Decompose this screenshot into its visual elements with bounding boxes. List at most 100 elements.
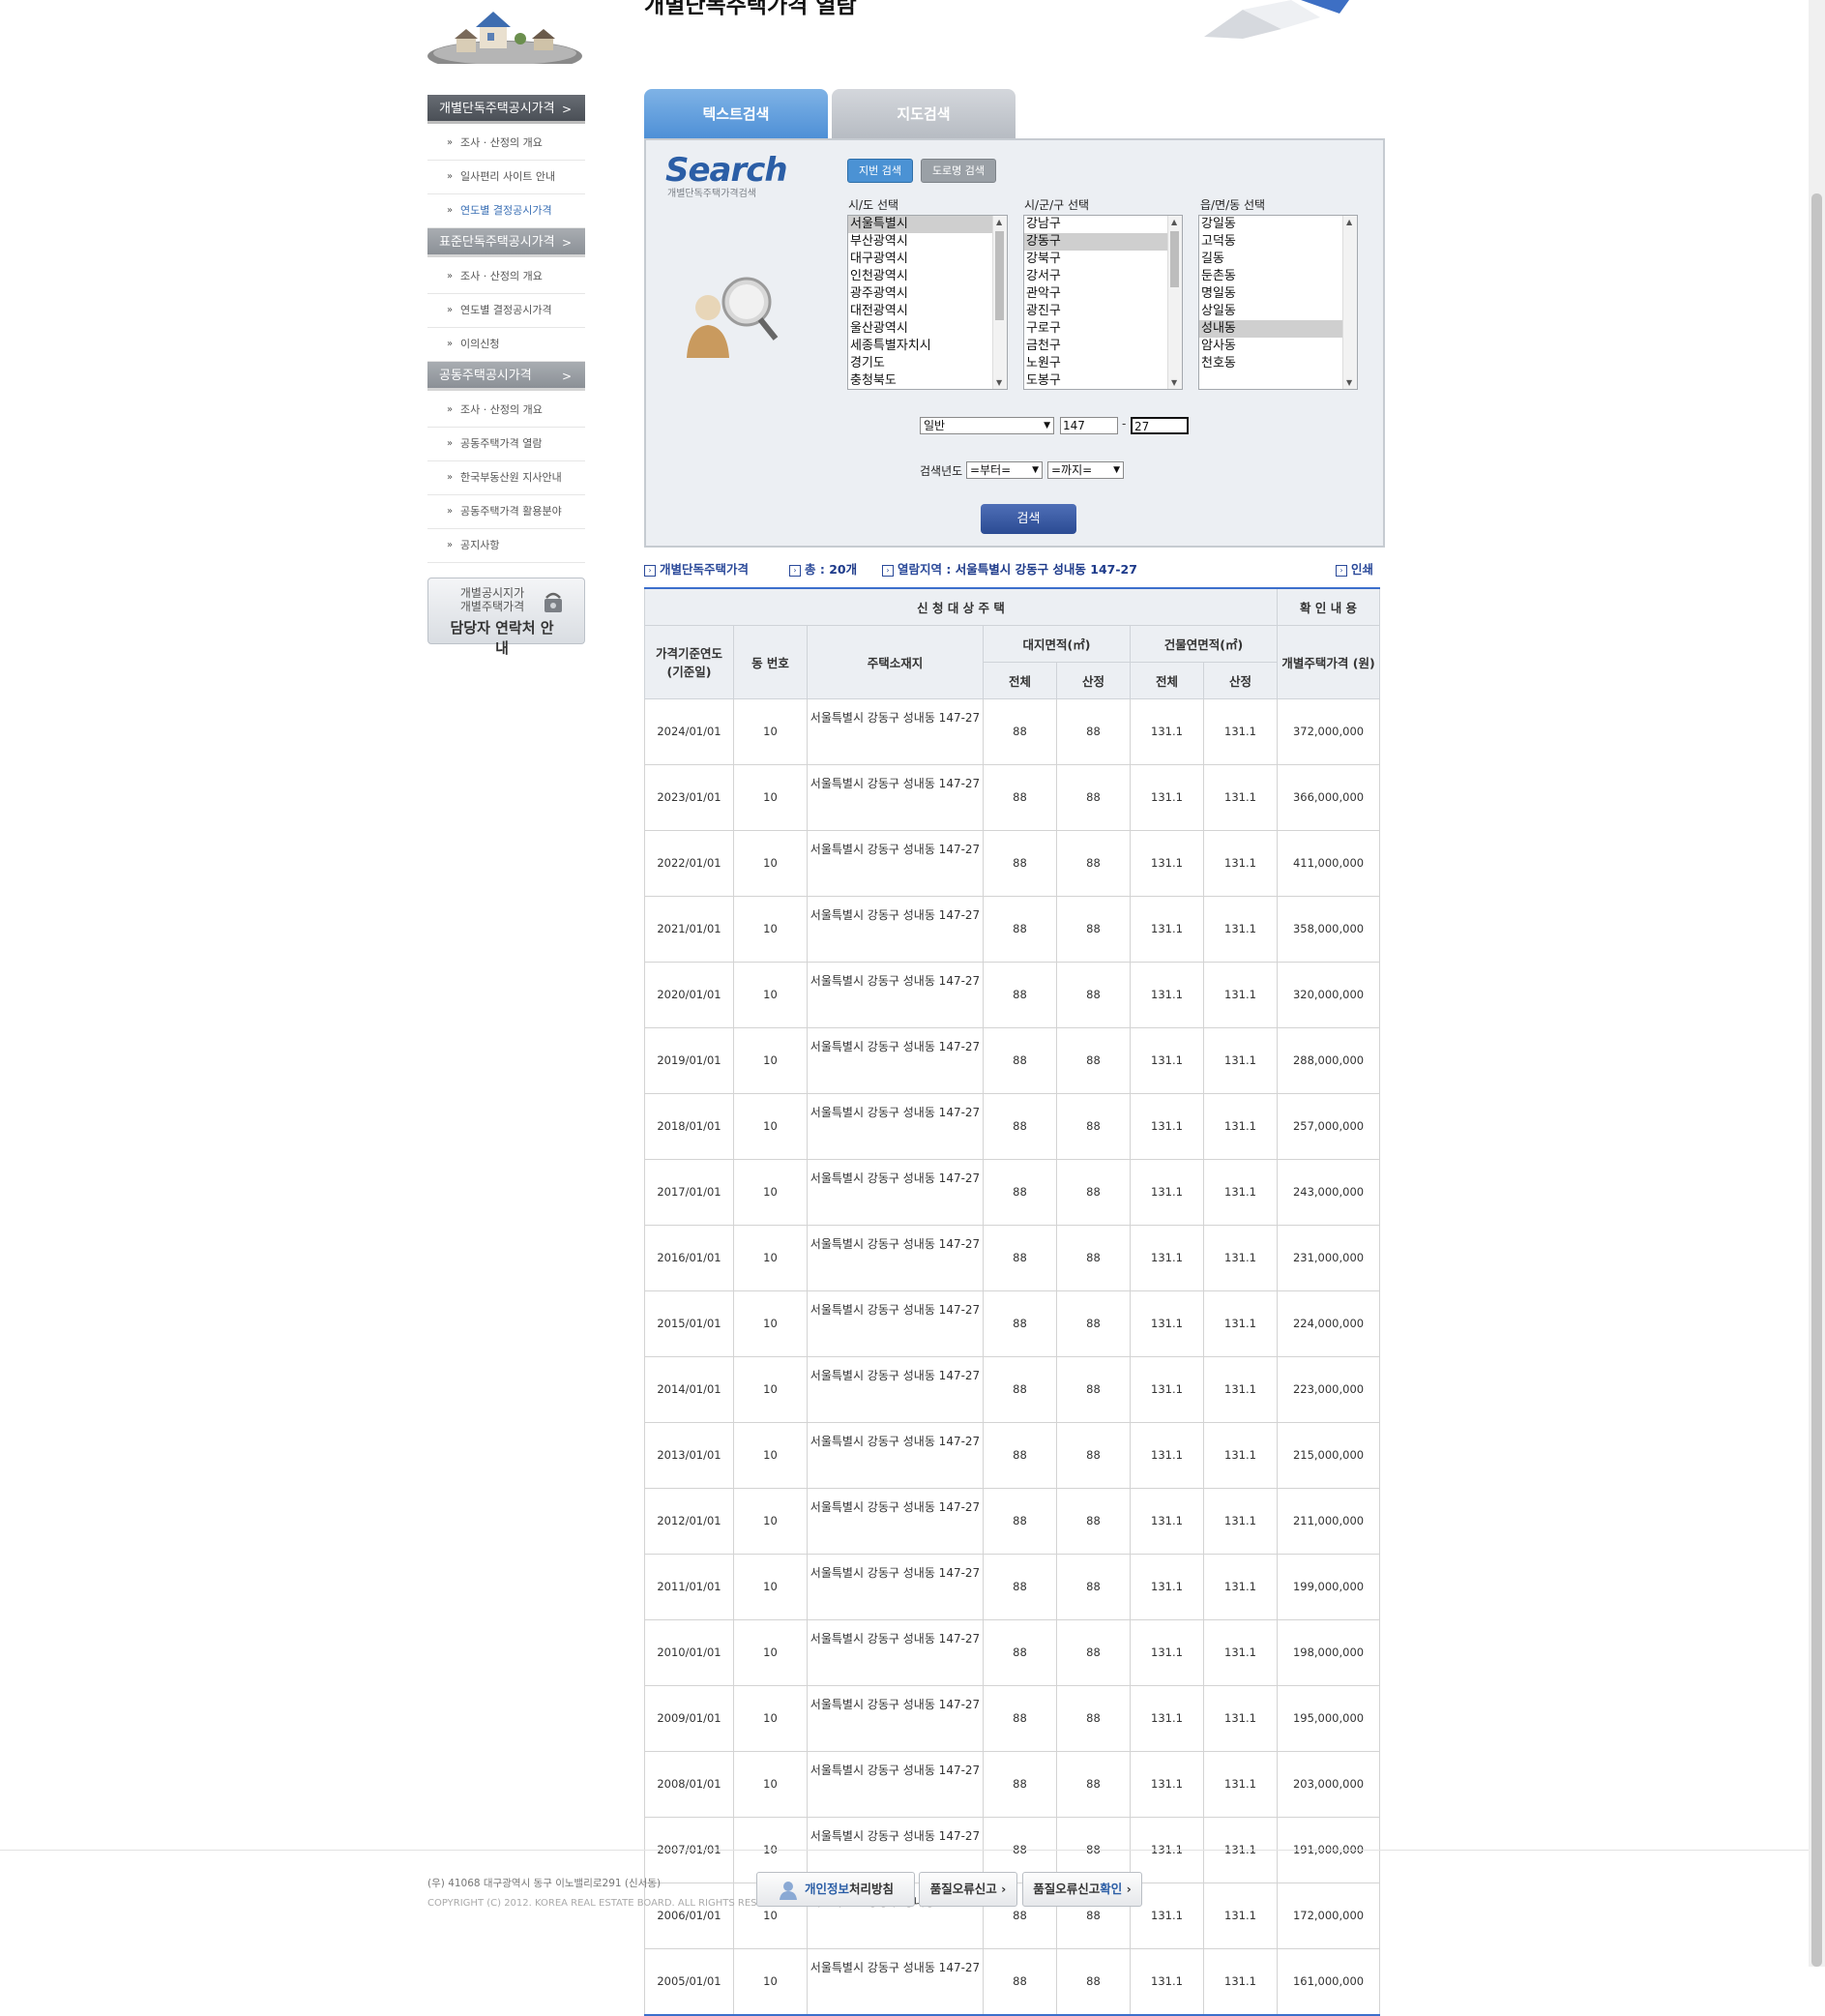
privacy-policy-button[interactable]: 개인정보처리방침 — [756, 1872, 915, 1907]
cell-building-total: 131.1 — [1130, 1948, 1204, 2015]
scroll-down-icon[interactable]: ▼ — [1346, 378, 1352, 387]
listbox-option[interactable]: 경기도 — [848, 355, 1007, 372]
listbox-option[interactable]: 강동구 — [1024, 233, 1182, 251]
cell-year: 2005/01/01 — [644, 1948, 734, 2015]
cell-land-total: 88 — [983, 1422, 1057, 1489]
lnb-item-apartment-price[interactable]: » 공동주택가격 열람 — [427, 428, 585, 461]
tab-text-search[interactable]: 텍스트검색 — [644, 89, 828, 139]
lnb-item-survey-overview[interactable]: » 조사 · 산정의 개요 — [427, 260, 585, 294]
listbox-option[interactable]: 구로구 — [1024, 320, 1182, 338]
listbox-option[interactable]: 둔촌동 — [1199, 268, 1357, 285]
header-price: 개별주택가격 (원) — [1277, 624, 1381, 699]
result-category: › 개별단독주택가격 — [644, 559, 749, 578]
scroll-thumb[interactable] — [995, 231, 1004, 320]
scroll-up-icon[interactable]: ▲ — [1346, 218, 1352, 226]
quality-error-check-button[interactable]: 품질오류신고확인 › — [1022, 1872, 1142, 1907]
cell-land-calc: 88 — [1056, 962, 1131, 1028]
quality-error-report-button[interactable]: 품질오류신고 › — [919, 1872, 1017, 1907]
lnb-head-apartment[interactable]: 공동주택공시가격 > — [427, 362, 585, 391]
lnb-item-yearly-price[interactable]: » 연도별 결정공시가격 — [427, 294, 585, 328]
lnb-item-branch-guide[interactable]: » 한국부동산원 지사안내 — [427, 461, 585, 495]
bunji-main-input[interactable]: 147 — [1060, 417, 1118, 434]
lnb-item-ilsapyeonri-guide[interactable]: » 일사편리 사이트 안내 — [427, 161, 585, 194]
listbox-option[interactable]: 금천구 — [1024, 338, 1182, 355]
listbox-option[interactable]: 강서구 — [1024, 268, 1182, 285]
table-row: 2016/01/01 10 서울특별시 강동구 성내동 147-27 88 88 131.… — [644, 1225, 1381, 1291]
listbox-option[interactable]: 강남구 — [1024, 216, 1182, 233]
year-to-select[interactable]: =까지= ▼ — [1047, 461, 1124, 479]
table-row: 2019/01/01 10 서울특별시 강동구 성내동 147-27 88 88 131.… — [644, 1027, 1381, 1094]
scroll-thumb[interactable] — [1170, 231, 1179, 287]
listbox-option[interactable]: 울산광역시 — [848, 320, 1007, 338]
cell-building-total: 131.1 — [1130, 1027, 1204, 1094]
listbox-option[interactable]: 대전광역시 — [848, 303, 1007, 320]
listbox-option[interactable]: 천호동 — [1199, 355, 1357, 372]
lnb-item-survey-overview[interactable]: » 조사 · 산정의 개요 — [427, 394, 585, 428]
listbox-option[interactable]: 성내동 — [1199, 320, 1357, 338]
bullet-icon: » — [447, 339, 454, 349]
lnb-item-usage-fields[interactable]: » 공동주택가격 활용분야 — [427, 495, 585, 529]
print-link[interactable]: › 인쇄 — [1336, 559, 1373, 578]
listbox-option[interactable]: 고덕동 — [1199, 233, 1357, 251]
listbox-scrollbar[interactable]: ▲ ▼ — [1167, 216, 1182, 389]
listbox-option[interactable]: 광주광역시 — [848, 285, 1007, 303]
cell-building-calc: 131.1 — [1202, 1685, 1279, 1752]
listbox-option[interactable]: 인천광역시 — [848, 268, 1007, 285]
eupmyeondong-listbox[interactable]: 강일동 고덕동 길동 둔촌동 명일동 상일동 성내동 암사동 천호동 ▲ ▼ — [1198, 215, 1358, 390]
land-type-select[interactable]: 일반 ▼ — [920, 417, 1054, 434]
cell-price: 211,000,000 — [1277, 1488, 1381, 1555]
cell-land-calc: 88 — [1056, 1619, 1131, 1686]
listbox-scrollbar[interactable]: ▲ ▼ — [992, 216, 1007, 389]
listbox-option[interactable]: 관악구 — [1024, 285, 1182, 303]
cell-land-calc: 88 — [1056, 698, 1131, 765]
cell-price: 320,000,000 — [1277, 962, 1381, 1028]
listbox-option[interactable]: 충청북도 — [848, 372, 1007, 389]
listbox-option[interactable]: 상일동 — [1199, 303, 1357, 320]
listbox-option[interactable]: 세종특별자치시 — [848, 338, 1007, 355]
sigungu-listbox[interactable]: 강남구 강동구 강북구 강서구 관악구 광진구 구로구 금천구 노원구 도봉구 ▲ ▼ — [1023, 215, 1183, 390]
listbox-option[interactable]: 노원구 — [1024, 355, 1182, 372]
listbox-scrollbar[interactable]: ▲ ▼ — [1342, 216, 1357, 389]
page-scroll-thumb[interactable] — [1811, 193, 1822, 1967]
search-button[interactable]: 검색 — [981, 504, 1076, 534]
listbox-option[interactable]: 암사동 — [1199, 338, 1357, 355]
listbox-option[interactable]: 길동 — [1199, 251, 1357, 268]
lnb-item-yearly-price[interactable]: » 연도별 결정공시가격 — [427, 194, 585, 228]
cell-building-total: 131.1 — [1130, 1159, 1204, 1226]
scroll-down-icon[interactable]: ▼ — [1171, 378, 1177, 387]
bunji-sub-input[interactable]: 27 — [1131, 417, 1189, 434]
lnb-item-notices[interactable]: » 공지사항 — [427, 529, 585, 563]
scroll-up-icon[interactable]: ▲ — [1171, 218, 1177, 226]
table-row: 2012/01/01 10 서울특별시 강동구 성내동 147-27 88 88 131.… — [644, 1488, 1381, 1555]
cell-building-total: 131.1 — [1130, 830, 1204, 897]
eupmyeondong-label: 읍/면/동 선택 — [1200, 198, 1266, 212]
lnb-head-individual-house[interactable]: 개별단독주택공시가격 > — [427, 95, 585, 124]
listbox-option[interactable]: 광진구 — [1024, 303, 1182, 320]
listbox-option[interactable]: 강북구 — [1024, 251, 1182, 268]
cell-land-total: 88 — [983, 1290, 1057, 1357]
scroll-down-icon[interactable]: ▼ — [996, 378, 1002, 387]
cell-address: 서울특별시 강동구 성내동 147-27 — [807, 962, 984, 1028]
listbox-option[interactable]: 대구광역시 — [848, 251, 1007, 268]
listbox-option[interactable]: 명일동 — [1199, 285, 1357, 303]
cell-land-total: 88 — [983, 1685, 1057, 1752]
lnb-item-objection[interactable]: » 이의신청 — [427, 328, 585, 362]
cell-building-calc: 131.1 — [1202, 1554, 1279, 1620]
listbox-option[interactable]: 강일동 — [1199, 216, 1357, 233]
contact-banner[interactable]: 개별공시지가 개별주택가격 담당자 연락처 안내 — [427, 578, 585, 657]
privacy-text-b: 처리방침 — [849, 1882, 895, 1896]
listbox-option[interactable]: 부산광역시 — [848, 233, 1007, 251]
lnb-head-standard-house[interactable]: 표준단독주택공시가격 > — [427, 228, 585, 257]
listbox-option[interactable]: 서울특별시 — [848, 216, 1007, 233]
road-name-search-button[interactable]: 도로명 검색 — [921, 159, 996, 183]
cell-year: 2019/01/01 — [644, 1027, 734, 1094]
listbox-option[interactable]: 도봉구 — [1024, 372, 1182, 389]
chevron-down-icon: ▼ — [1044, 421, 1050, 430]
cell-year: 2012/01/01 — [644, 1488, 734, 1555]
jibun-search-button[interactable]: 지번 검색 — [847, 159, 913, 183]
sido-listbox[interactable]: 서울특별시 부산광역시 대구광역시 인천광역시 광주광역시 대전광역시 울산광역시 세종특별자… — [847, 215, 1008, 390]
lnb-item-survey-overview[interactable]: » 조사 · 산정의 개요 — [427, 127, 585, 161]
scroll-up-icon[interactable]: ▲ — [996, 218, 1002, 226]
year-from-select[interactable]: =부터= ▼ — [966, 461, 1043, 479]
tab-map-search[interactable]: 지도검색 — [832, 89, 1016, 139]
